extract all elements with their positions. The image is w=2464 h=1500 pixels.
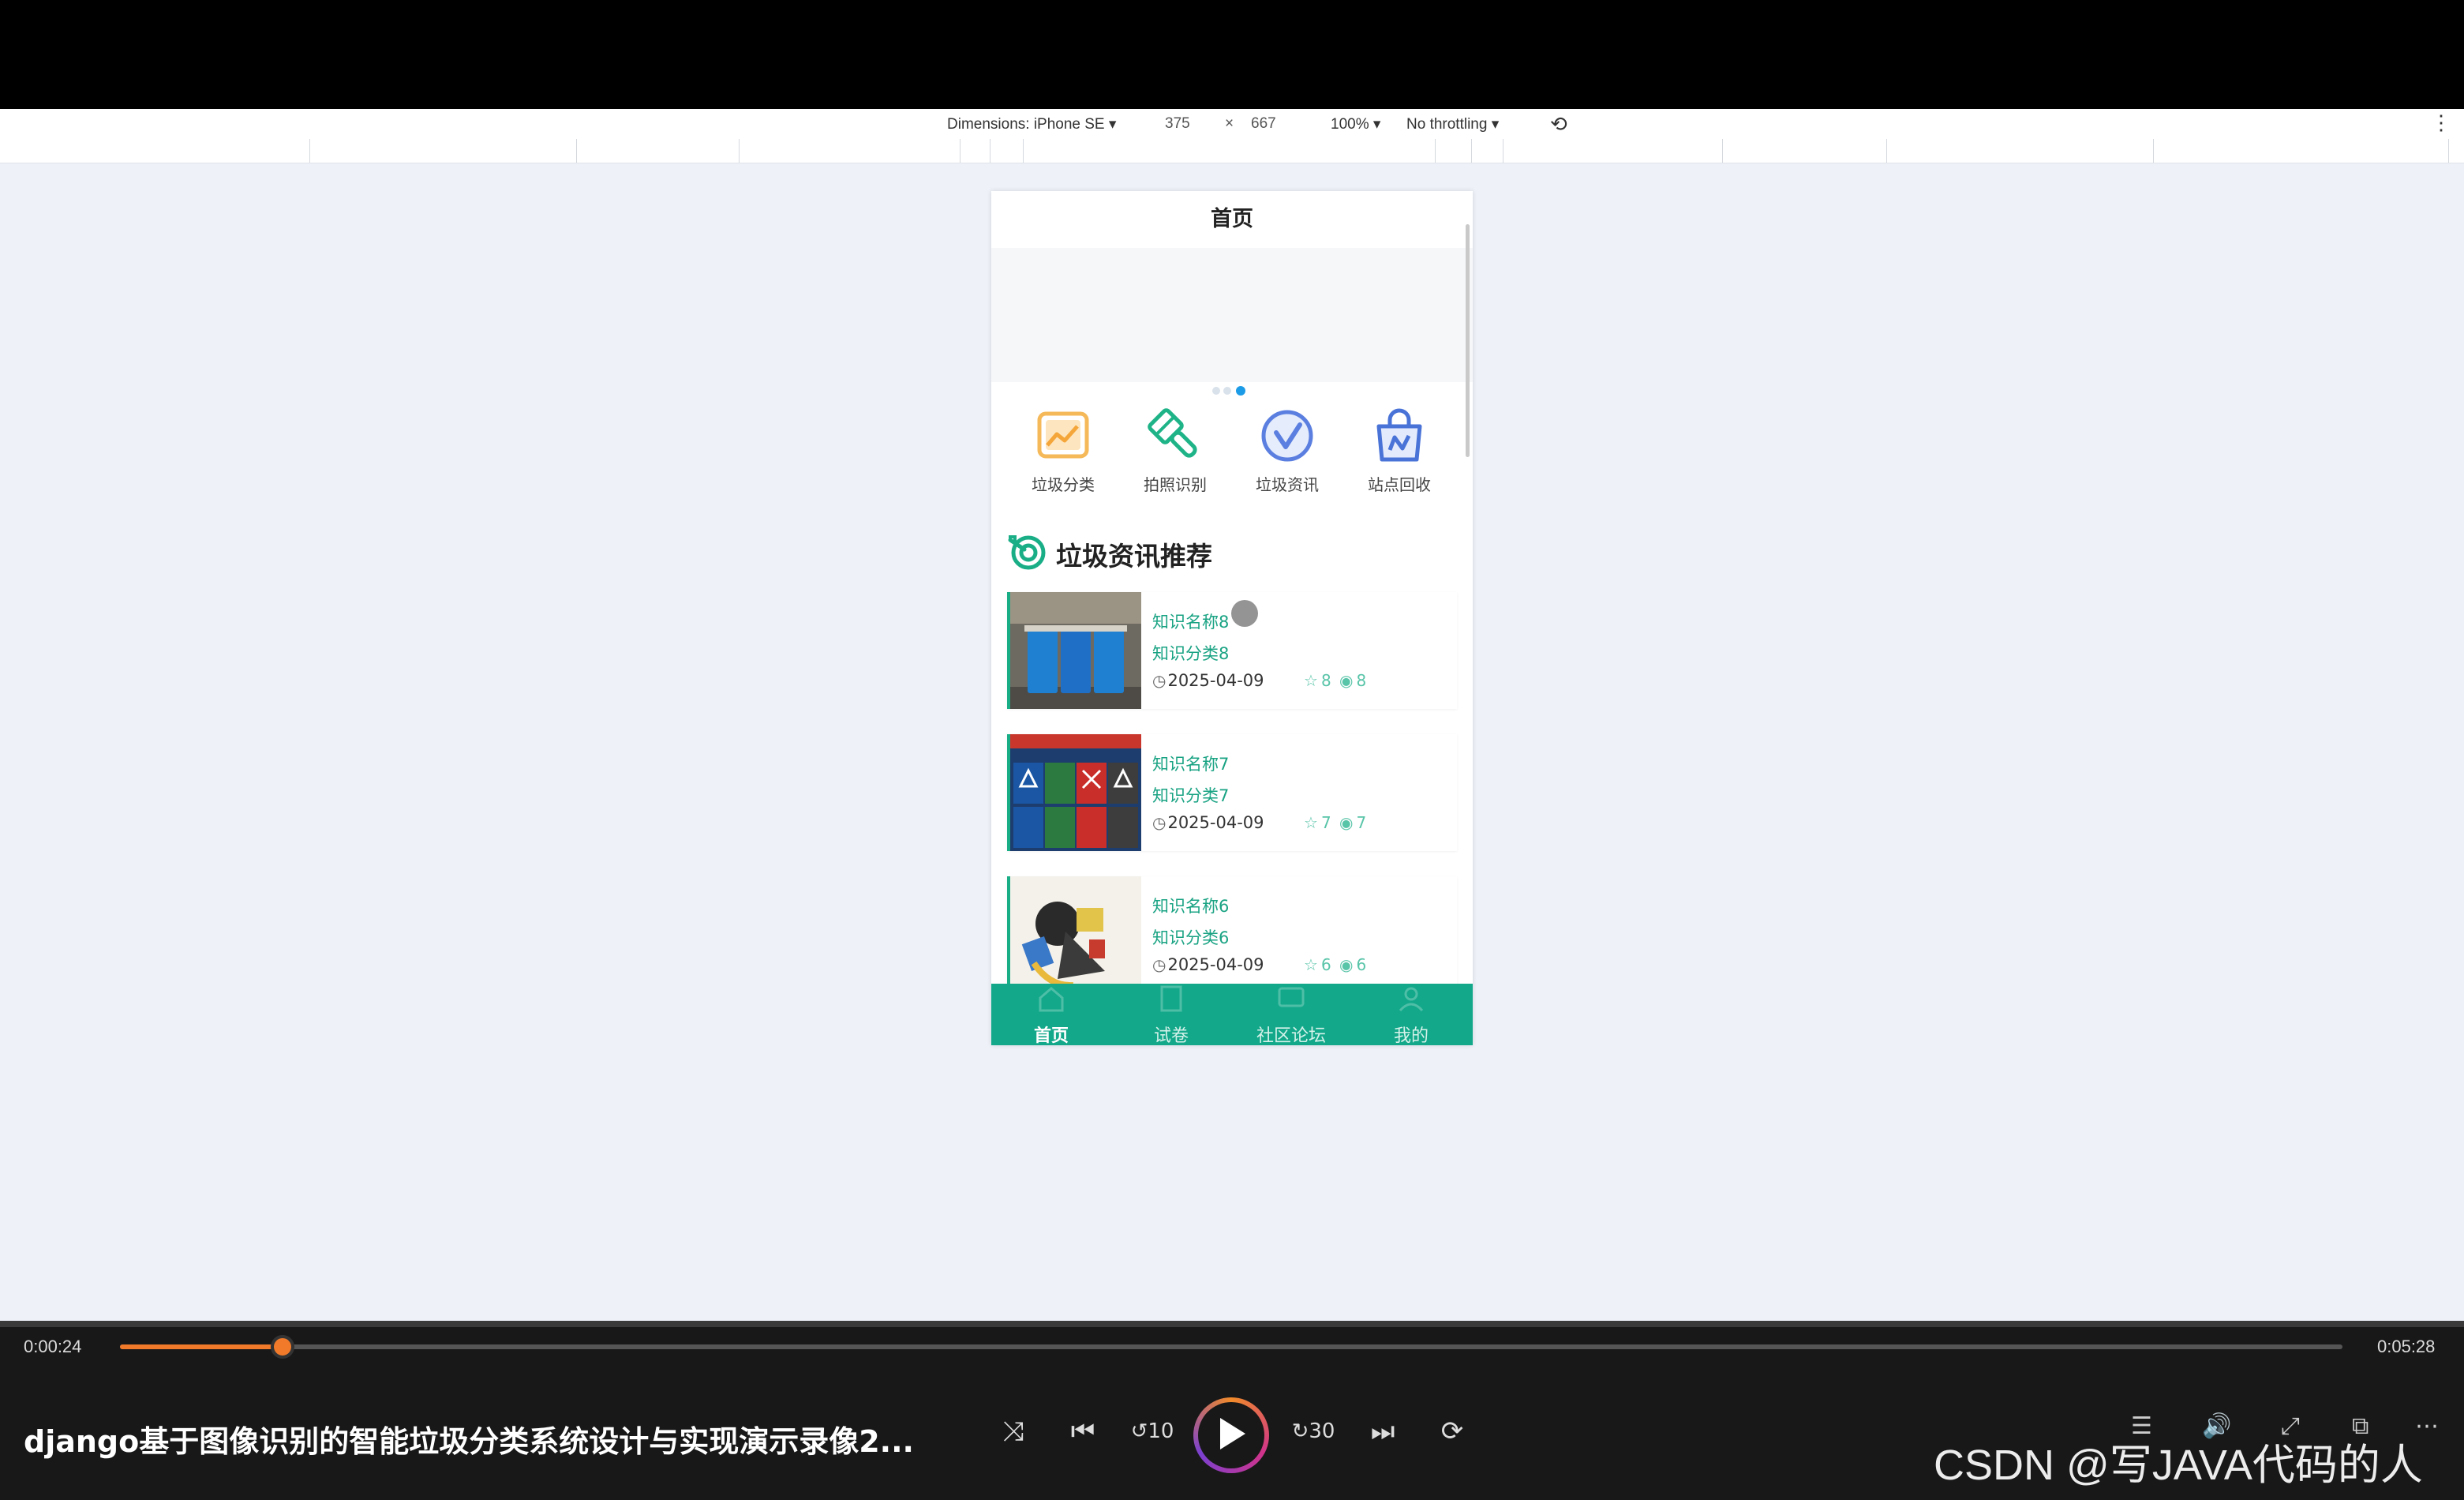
throttling-select[interactable]: No throttling ▾: [1406, 115, 1499, 133]
star-icon: ☆: [1304, 813, 1318, 832]
tab-label: 试卷: [1153, 1026, 1189, 1045]
star-icon: ☆: [1304, 671, 1318, 690]
article-card[interactable]: 知识名称7 知识分类7 ◷2025-04-09 ☆ 7 ◉ 7: [1007, 734, 1457, 851]
forward-30-icon[interactable]: ↻30: [1290, 1408, 1337, 1455]
quick-link-label: 拍照识别: [1144, 475, 1207, 494]
star-count: 8: [1320, 671, 1331, 690]
eye-icon: ◉: [1339, 671, 1354, 690]
quick-link-station-recycle[interactable]: 站点回收: [1343, 404, 1455, 495]
quick-link-photo-recognize[interactable]: 拍照识别: [1119, 404, 1231, 495]
quick-link-label: 站点回收: [1368, 475, 1431, 494]
quick-link-garbage-news[interactable]: 垃圾资讯: [1231, 404, 1343, 495]
rotate-icon[interactable]: ⟲: [1550, 112, 1567, 137]
device-dimensions-select[interactable]: Dimensions: iPhone SE ▾: [947, 115, 1116, 133]
tab-label: 首页: [1033, 1026, 1069, 1045]
quick-links: 垃圾分类 拍照识别 垃圾资讯 站点回收: [991, 404, 1473, 507]
target-icon: [1008, 535, 1046, 570]
clock-icon: ◷: [1152, 955, 1166, 974]
clock-icon: ◷: [1152, 671, 1166, 690]
device-height-input[interactable]: 667: [1251, 115, 1276, 133]
quick-link-label: 垃圾分类: [1032, 475, 1095, 494]
article-category: 知识分类7: [1152, 786, 1230, 805]
article-thumbnail: [1007, 734, 1141, 851]
brush-icon: [1148, 408, 1197, 458]
star-icon: ☆: [1304, 955, 1318, 974]
play-button[interactable]: [1193, 1397, 1269, 1473]
player-top-edge: [0, 1321, 2464, 1327]
article-name: 知识名称6: [1152, 897, 1230, 916]
article-card[interactable]: 知识名称6 知识分类6 ◷2025-04-09 ☆ 6 ◉ 6: [1007, 876, 1457, 993]
play-icon: [1220, 1418, 1245, 1449]
eye-icon: ◉: [1339, 813, 1354, 832]
csdn-watermark: CSDN @写JAVA代码的人: [1934, 1442, 2423, 1489]
page-title: 首页: [991, 191, 1473, 249]
home-icon: [1039, 987, 1064, 1012]
progress-knob[interactable]: [271, 1335, 295, 1359]
article-category: 知识分类6: [1152, 928, 1230, 947]
next-icon[interactable]: ⏭: [1359, 1408, 1406, 1455]
view-count: 8: [1356, 671, 1367, 690]
dimension-separator: ×: [1225, 115, 1234, 132]
article-stats: ☆ 7 ◉ 7: [1304, 813, 1369, 832]
article-date: ◷2025-04-09: [1152, 813, 1264, 832]
carousel-dot[interactable]: [1223, 387, 1231, 395]
total-duration: 0:05:28: [2377, 1337, 2436, 1356]
clock-icon: ◷: [1152, 813, 1166, 832]
quick-link-label: 垃圾资讯: [1256, 475, 1319, 494]
loop-icon[interactable]: ⟳: [1429, 1408, 1476, 1455]
more-options-icon[interactable]: ⋮: [2431, 111, 2451, 135]
article-date: ◷2025-04-09: [1152, 671, 1264, 690]
chat-icon: [1278, 987, 1305, 1007]
previous-icon[interactable]: ⏮: [1059, 1408, 1107, 1455]
user-icon: [1399, 987, 1424, 1012]
tab-mine[interactable]: 我的: [1351, 984, 1471, 1045]
video-title: django基于图像识别的智能垃圾分类系统设计与实现演示录像2...: [24, 1424, 914, 1459]
progress-fill: [120, 1344, 283, 1349]
article-thumbnail: [1007, 876, 1141, 993]
article-stats: ☆ 8 ◉ 8: [1304, 671, 1369, 690]
article-name: 知识名称8: [1152, 613, 1230, 632]
tab-forum[interactable]: 社区论坛: [1231, 984, 1351, 1045]
devtools-device-toolbar: Dimensions: iPhone SE ▾ 375 × 667 100% ▾…: [0, 109, 2464, 140]
current-time: 0:00:24: [24, 1337, 82, 1356]
article-name: 知识名称7: [1152, 755, 1230, 774]
chart-image-icon: [1037, 411, 1089, 459]
article-date: ◷2025-04-09: [1152, 955, 1264, 974]
tab-label: 我的: [1393, 1026, 1429, 1045]
star-count: 7: [1320, 813, 1331, 832]
view-count: 7: [1356, 813, 1367, 832]
carousel-dot[interactable]: [1212, 387, 1220, 395]
device-width-input[interactable]: 375: [1165, 115, 1190, 133]
eye-icon: ◉: [1339, 955, 1354, 974]
article-stats: ☆ 6 ◉ 6: [1304, 955, 1369, 974]
zoom-select[interactable]: 100% ▾: [1331, 115, 1380, 133]
rewind-10-icon[interactable]: ↺10: [1129, 1408, 1176, 1455]
banner-carousel[interactable]: [991, 248, 1473, 396]
shuffle-icon[interactable]: ⤨: [990, 1408, 1037, 1455]
quick-link-garbage-classify[interactable]: 垃圾分类: [1007, 404, 1119, 495]
section-title: 垃圾资讯推荐: [1056, 541, 1212, 572]
check-circle-icon: [1261, 410, 1313, 462]
mouse-cursor: [1231, 600, 1258, 627]
shopping-bag-icon: [1376, 408, 1422, 462]
document-icon: [1160, 985, 1182, 1012]
article-thumbnail: [1007, 592, 1141, 709]
media-query-ruler: [0, 139, 2464, 163]
star-count: 6: [1320, 955, 1331, 974]
tab-exam[interactable]: 试卷: [1111, 984, 1231, 1045]
view-count: 6: [1356, 955, 1367, 974]
progress-track[interactable]: [120, 1335, 2342, 1359]
video-player-controls: 0:00:24 0:05:28 django基于图像识别的智能垃圾分类系统设计与…: [0, 1321, 2464, 1500]
article-category: 知识分类8: [1152, 644, 1230, 663]
bottom-tab-bar: 首页 试卷 社区论坛 我的: [991, 984, 1473, 1045]
carousel-dot-active[interactable]: [1236, 386, 1245, 396]
tab-home[interactable]: 首页: [991, 984, 1111, 1045]
tab-label: 社区论坛: [1256, 1026, 1326, 1045]
screen-top-bar: [0, 0, 2464, 109]
